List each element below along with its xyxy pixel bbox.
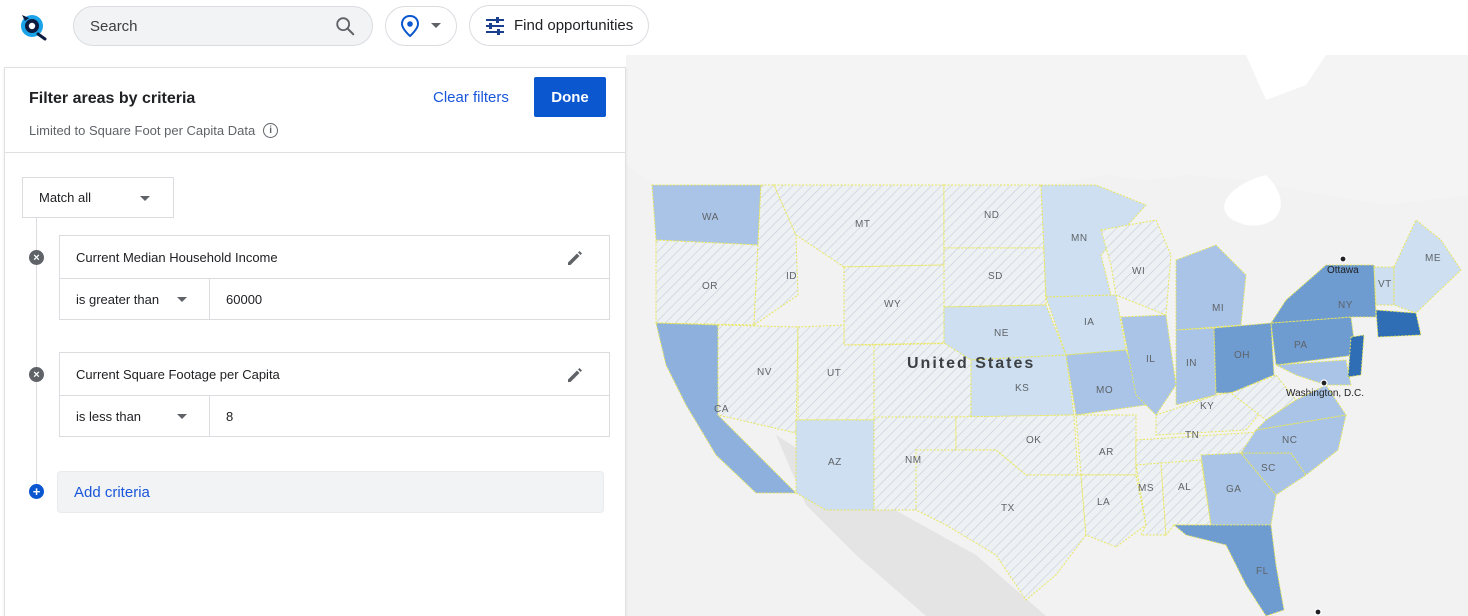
state-label: NC: [1282, 435, 1297, 446]
criterion-name: Current Median Household Income: [76, 249, 278, 265]
remove-criterion-icon[interactable]: ×: [29, 250, 44, 265]
state-label: KY: [1200, 401, 1214, 412]
canada-region: [626, 55, 1468, 205]
state-label: NY: [1338, 300, 1353, 311]
find-opportunities-button[interactable]: Find opportunities: [469, 5, 649, 46]
operator-value: is greater than: [76, 292, 160, 307]
chevron-down-icon: [177, 297, 187, 302]
state-MA[interactable]: [1375, 309, 1422, 338]
state-label: LA: [1097, 497, 1110, 508]
criterion-value-input[interactable]: 8: [210, 396, 609, 437]
search-bar[interactable]: Search: [73, 6, 373, 46]
criterion-header: Current Square Footage per Capita: [60, 353, 609, 396]
state-label: KS: [1015, 383, 1029, 394]
operator-value: is less than: [76, 409, 142, 424]
criterion-card: Current Median Household Income is great…: [59, 235, 610, 320]
chevron-down-icon: [431, 23, 441, 28]
state-label: AZ: [828, 457, 842, 468]
state-label: TX: [1001, 503, 1015, 514]
state-AR[interactable]: [1075, 414, 1137, 476]
state-label: WY: [884, 299, 901, 310]
state-label: OK: [1026, 435, 1041, 446]
remove-criterion-icon[interactable]: ×: [29, 367, 44, 382]
state-label: AR: [1099, 447, 1114, 458]
criterion-body: is less than 8: [60, 396, 609, 437]
state-label: WA: [702, 212, 719, 223]
state-label: IA: [1084, 317, 1094, 328]
search-input[interactable]: Search: [90, 18, 334, 35]
search-icon[interactable]: [334, 15, 356, 37]
city-label: Washington, D.C.: [1286, 388, 1364, 399]
add-criteria-button[interactable]: Add criteria: [57, 471, 604, 513]
app-logo-icon[interactable]: [17, 9, 49, 41]
panel-title: Filter areas by criteria: [29, 90, 196, 107]
state-label: GA: [1226, 484, 1241, 495]
criterion-value-input[interactable]: 60000: [210, 279, 609, 320]
state-label: WI: [1132, 266, 1145, 277]
state-label: SC: [1261, 463, 1276, 474]
operator-select[interactable]: is less than: [60, 396, 210, 437]
state-label: PA: [1294, 340, 1308, 351]
state-NV[interactable]: [717, 324, 799, 434]
state-label: OH: [1234, 350, 1250, 361]
state-label: ID: [786, 271, 797, 282]
match-mode-value: Match all: [39, 190, 92, 205]
state-label: FL: [1256, 566, 1269, 577]
filter-panel: Filter areas by criteria Limited to Squa…: [4, 67, 626, 616]
criterion-body: is greater than 60000: [60, 279, 609, 320]
pencil-icon[interactable]: [565, 365, 585, 385]
sliders-icon: [486, 16, 504, 35]
chevron-down-icon: [177, 414, 187, 419]
state-label: MT: [855, 219, 870, 230]
state-label: CA: [714, 404, 729, 415]
info-icon[interactable]: i: [263, 123, 279, 138]
filter-panel-header: Filter areas by criteria Limited to Squa…: [5, 68, 625, 153]
state-label: IN: [1186, 358, 1197, 369]
operator-select[interactable]: is greater than: [60, 279, 210, 320]
done-button[interactable]: Done: [534, 77, 606, 117]
state-label: TN: [1185, 430, 1199, 441]
state-label: NM: [905, 455, 922, 466]
state-label: SD: [988, 271, 1003, 282]
location-dropdown-button[interactable]: [385, 6, 457, 46]
state-label: MS: [1138, 483, 1154, 494]
state-label: OR: [702, 281, 718, 292]
criterion-name: Current Square Footage per Capita: [76, 366, 280, 382]
state-label: ND: [984, 210, 999, 221]
state-label: VT: [1378, 279, 1392, 290]
us-state-map[interactable]: WA OR CA ID NV MT WY UT AZ ND SD NE NM K…: [626, 55, 1468, 616]
panel-subtitle-text: Limited to Square Foot per Capita Data: [29, 123, 256, 138]
state-label: MO: [1096, 385, 1113, 396]
state-label: NV: [757, 367, 772, 378]
panel-subtitle: Limited to Square Foot per Capita Data i: [29, 123, 279, 138]
criterion-header: Current Median Household Income: [60, 236, 609, 279]
clear-filters-button[interactable]: Clear filters: [433, 89, 509, 106]
state-label: UT: [827, 368, 841, 379]
add-icon[interactable]: +: [29, 484, 44, 499]
choropleth-map[interactable]: WA OR CA ID NV MT WY UT AZ ND SD NE NM K…: [626, 55, 1468, 616]
country-label: United States: [907, 355, 1035, 372]
top-bar: Search Find opportunities: [0, 0, 1468, 55]
chevron-down-icon: [140, 196, 150, 201]
location-pin-icon: [400, 15, 420, 37]
city-marker[interactable]: [1314, 608, 1322, 616]
state-label: IL: [1146, 354, 1155, 365]
state-label: ME: [1425, 253, 1441, 264]
state-label: NE: [994, 328, 1009, 339]
state-label: MN: [1071, 233, 1088, 244]
find-opportunities-label: Find opportunities: [514, 17, 634, 34]
criterion-card: Current Square Footage per Capita is les…: [59, 352, 610, 437]
state-label: AL: [1178, 482, 1191, 493]
match-mode-select[interactable]: Match all: [22, 177, 174, 218]
state-label: MI: [1212, 303, 1224, 314]
pencil-icon[interactable]: [565, 248, 585, 268]
city-label: Ottawa: [1327, 265, 1359, 276]
